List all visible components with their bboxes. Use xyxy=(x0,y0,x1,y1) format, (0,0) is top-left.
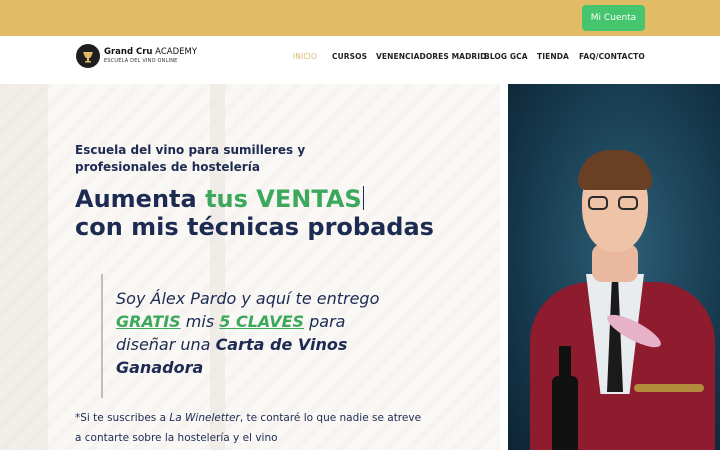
my-account-button[interactable]: Mi Cuenta xyxy=(582,5,645,31)
logo-tagline: ESCUELA DEL VINO ONLINE xyxy=(104,57,178,64)
logo-brand-rest: ACADEMY xyxy=(152,47,198,58)
footnote-italic: La Wineletter xyxy=(169,412,240,424)
grand-cru-logo-icon xyxy=(76,44,100,68)
nav-item-venenciadores[interactable]: VENENCIADORES MADRID xyxy=(376,52,487,61)
nav-item-cursos[interactable]: CURSOS xyxy=(332,52,367,61)
nav-item-inicio[interactable]: INICIO xyxy=(293,52,317,61)
quote-gratis: GRATIS xyxy=(116,312,181,331)
hero-footnote: *Si te suscribes a La Wineletter, te con… xyxy=(75,408,425,448)
headline-part1: Aumenta xyxy=(75,185,206,213)
hero-headline: Aumenta tus VENTAS con mis técnicas prob… xyxy=(75,185,434,241)
nav-item-faq-contacto[interactable]: FAQ/CONTACTO xyxy=(579,52,645,61)
footnote-prefix: *Si te suscribes a xyxy=(75,412,170,424)
top-bar: Mi Cuenta xyxy=(0,0,720,36)
nav-item-blog[interactable]: BLOG GCA xyxy=(484,52,528,61)
sommelier-portrait xyxy=(508,84,720,450)
quote-bar xyxy=(101,274,103,398)
logo-brand-bold: Grand Cru xyxy=(104,47,153,58)
headline-highlight: tus VENTAS xyxy=(205,185,362,213)
site-logo[interactable]: Grand Cru ACADEMY ESCUELA DEL VINO ONLIN… xyxy=(76,44,197,68)
typing-cursor xyxy=(362,186,365,210)
wine-bottle xyxy=(552,376,578,450)
quote-part1: Soy Álex Pardo y aquí te entrego xyxy=(116,289,380,308)
nav-item-tienda[interactable]: TIENDA xyxy=(537,52,569,61)
quote-claves: 5 CLAVES xyxy=(219,312,305,331)
hero-quote: Soy Álex Pardo y aquí te entrego GRATIS … xyxy=(116,287,406,379)
main-navigation: Grand Cru ACADEMY ESCUELA DEL VINO ONLIN… xyxy=(0,36,720,76)
hero-section: Escuela del vino para sumilleres y profe… xyxy=(0,84,500,450)
hero-subtitle: Escuela del vino para sumilleres y profe… xyxy=(75,143,306,174)
headline-line2: con mis técnicas probadas xyxy=(75,213,434,241)
quote-part2: mis xyxy=(180,312,220,331)
